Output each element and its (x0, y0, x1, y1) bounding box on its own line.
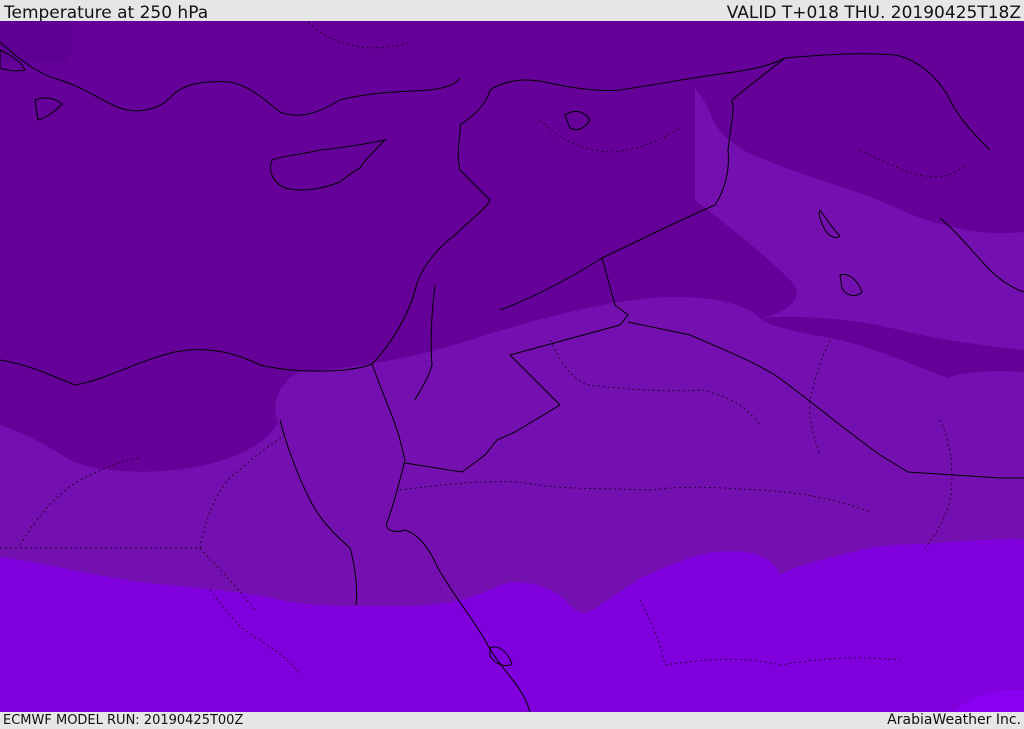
map-title: Temperature at 250 hPa (4, 3, 209, 23)
credit-label: ArabiaWeather Inc. (887, 712, 1021, 728)
map-footer: ECMWF MODEL RUN: 20190425T00Z ArabiaWeat… (0, 712, 1024, 729)
temperature-map (0, 21, 1024, 712)
valid-time-label: VALID T+018 THU. 20190425T18Z (726, 3, 1021, 23)
model-run-label: ECMWF MODEL RUN: 20190425T00Z (3, 713, 244, 728)
map-header: Temperature at 250 hPa VALID T+018 THU. … (0, 0, 1024, 23)
